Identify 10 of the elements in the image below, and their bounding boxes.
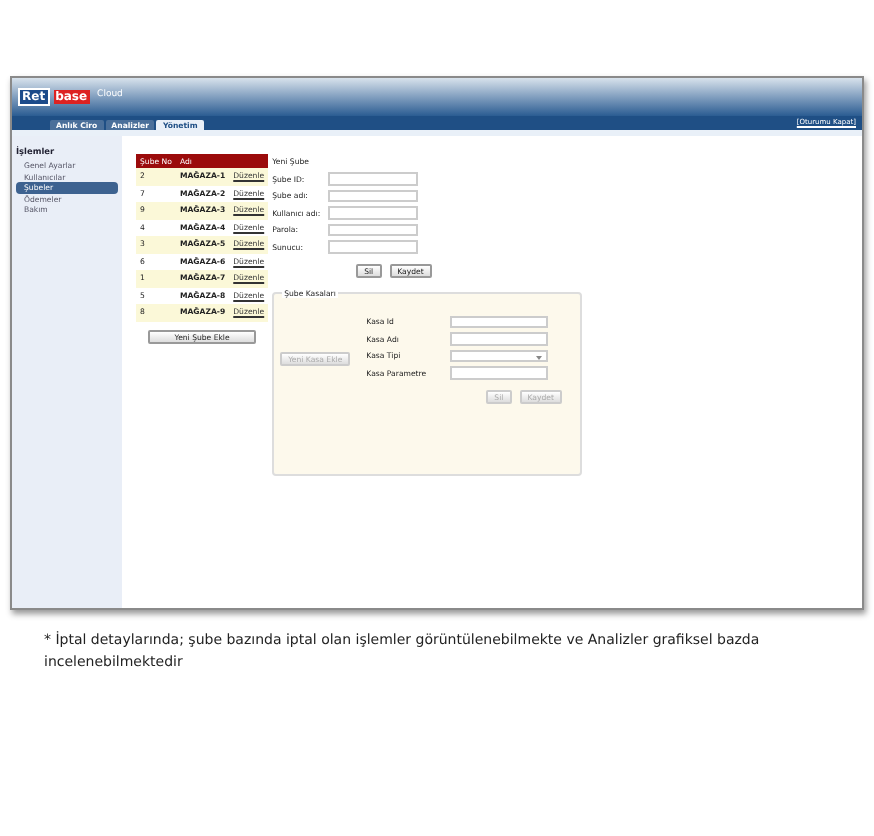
input-field[interactable] xyxy=(328,223,419,236)
select-field[interactable] xyxy=(450,349,549,362)
input-field[interactable] xyxy=(328,206,419,219)
input-field[interactable] xyxy=(450,366,549,379)
input-field[interactable] xyxy=(450,332,549,345)
caret-icon xyxy=(536,355,543,359)
input-field[interactable] xyxy=(328,240,419,253)
input-field[interactable] xyxy=(328,189,419,202)
input-field[interactable] xyxy=(328,172,419,185)
input-field[interactable] xyxy=(450,315,549,328)
